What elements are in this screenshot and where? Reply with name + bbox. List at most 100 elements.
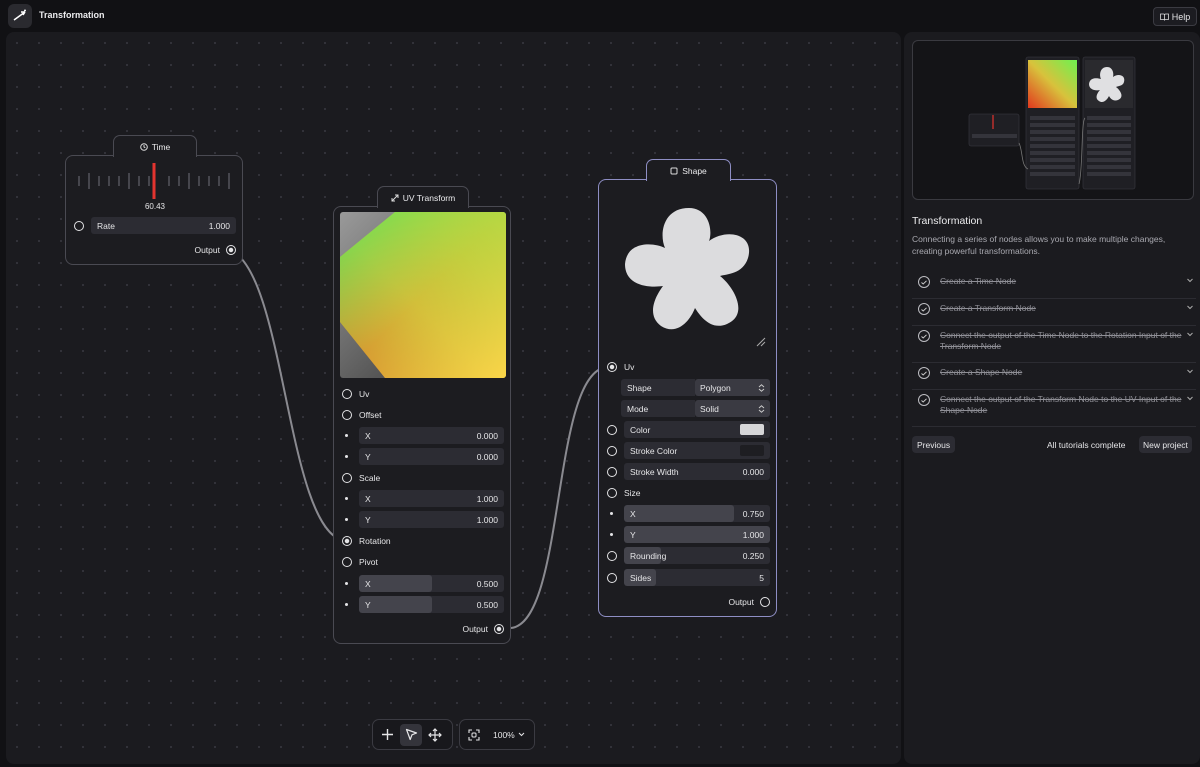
uv-transform-title: UV Transform [402, 192, 456, 203]
offset-x-field[interactable]: X 0.000 [359, 427, 504, 444]
shape-node[interactable]: Shape Uv Shape Polygon Mode Solid Color … [598, 159, 777, 617]
rate-field[interactable]: Rate 1.000 [91, 217, 236, 234]
shape-preview [605, 186, 771, 352]
shape-output-label: Output [728, 597, 754, 607]
mode-select[interactable]: Solid [695, 400, 770, 417]
rotation-label: Rotation [359, 535, 391, 546]
stroke-width-input-port[interactable] [607, 466, 617, 477]
color-field[interactable]: Color [624, 421, 770, 438]
pivot-label: Pivot [359, 556, 378, 567]
scale-label: Scale [359, 472, 381, 483]
sides-input-port[interactable] [607, 572, 617, 583]
rounding-input-port[interactable] [607, 550, 617, 561]
shape-uv-input-port[interactable] [607, 361, 617, 372]
shape-title: Shape [682, 165, 707, 176]
time-node[interactable]: Time 60.43 Rate 1.000 Output [65, 135, 243, 265]
stroke-width-field[interactable]: Stroke Width 0.000 [624, 463, 770, 480]
uv-output-port[interactable] [494, 624, 504, 634]
stroke-color-label: Stroke Color [630, 445, 678, 456]
tutorial-step[interactable]: Create a Shape Node [912, 367, 1196, 390]
time-ruler[interactable] [76, 161, 236, 201]
scale-y-value: 1.000 [476, 514, 498, 525]
pivot-x-label: X [365, 578, 371, 589]
offset-y-value: 0.000 [476, 451, 498, 462]
focus-icon [468, 728, 480, 741]
stroke-color-field[interactable]: Stroke Color [624, 442, 770, 459]
shape-output-port[interactable] [760, 597, 770, 607]
rounding-field[interactable]: Rounding 0.250 [624, 547, 770, 564]
time-node-title: Time [151, 141, 171, 152]
scale-x-label: X [365, 493, 371, 504]
tutorial-step[interactable]: Create a Time Node [912, 276, 1196, 299]
chevron-down-icon[interactable] [1184, 278, 1196, 283]
time-output-port[interactable] [226, 245, 236, 255]
color-swatch[interactable] [740, 424, 764, 435]
shape-select[interactable]: Polygon [695, 379, 770, 396]
uv-transform-node-tab[interactable]: UV Transform [377, 186, 469, 210]
app-logo-icon[interactable] [8, 4, 32, 28]
tutorial-status: All tutorials complete [1047, 440, 1126, 450]
size-x-fill [624, 505, 734, 522]
uv-input-port[interactable] [342, 388, 352, 399]
square-icon [670, 167, 678, 174]
offset-input-port[interactable] [342, 409, 352, 420]
pivot-y-label: Y [365, 599, 371, 610]
color-label: Color [630, 424, 651, 435]
size-x-field[interactable]: X 0.750 [624, 505, 770, 522]
pivot-y-field[interactable]: Y 0.500 [359, 596, 504, 613]
tutorial-step-label: Create a Time Node [940, 276, 1017, 286]
sides-field[interactable]: Sides 5 [624, 569, 770, 586]
book-icon [1159, 13, 1169, 21]
tutorial-step[interactable]: Connect the output of the Time Node to t… [912, 330, 1196, 363]
select-tool-button[interactable] [400, 723, 422, 746]
shape-node-tab[interactable]: Shape [646, 159, 731, 183]
help-button[interactable]: Help [1153, 7, 1197, 26]
transform-icon [391, 194, 399, 201]
size-label: Size [624, 487, 641, 498]
zoom-level: 100% [493, 729, 515, 740]
chevron-down-icon[interactable] [1184, 305, 1196, 310]
chevron-down-icon[interactable] [1184, 396, 1196, 401]
size-x-label: X [630, 508, 636, 519]
rounding-value: 0.250 [742, 550, 764, 561]
tutorial-step-label: Connect the output of the Transform Node… [940, 394, 1182, 415]
rate-label: Rate [97, 220, 115, 231]
previous-button[interactable]: Previous [912, 436, 956, 453]
scale-y-field[interactable]: Y 1.000 [359, 511, 504, 528]
offset-x-value: 0.000 [476, 430, 498, 441]
node-canvas[interactable]: Time 60.43 Rate 1.000 Output UV Transfor… [6, 32, 901, 764]
time-node-tab[interactable]: Time [113, 135, 197, 159]
size-input-port[interactable] [607, 487, 617, 498]
rate-input-port[interactable] [74, 220, 84, 231]
size-x-value: 0.750 [742, 508, 764, 519]
mode-select-label: Mode [621, 400, 695, 417]
size-y-label: Y [630, 529, 636, 540]
pivot-x-field[interactable]: X 0.500 [359, 575, 504, 592]
chevron-down-icon[interactable] [1184, 369, 1196, 374]
color-input-port[interactable] [607, 424, 617, 435]
check-circle-icon [918, 303, 930, 315]
chevron-down-icon[interactable] [1184, 332, 1196, 337]
tutorial-description: Connecting a series of nodes allows you … [912, 234, 1166, 256]
stroke-color-swatch[interactable] [740, 445, 764, 456]
stroke-color-input-port[interactable] [607, 445, 617, 456]
offset-y-label: Y [365, 451, 371, 462]
tutorial-step-label: Connect the output of the Time Node to t… [940, 330, 1182, 351]
new-project-button[interactable]: New project [1139, 436, 1192, 453]
fit-view-button[interactable] [463, 724, 485, 746]
rounding-label: Rounding [630, 550, 667, 561]
rotation-input-port[interactable] [342, 535, 352, 546]
offset-y-field[interactable]: Y 0.000 [359, 448, 504, 465]
tutorial-step[interactable]: Connect the output of the Transform Node… [912, 394, 1196, 427]
offset-label: Offset [359, 409, 382, 420]
zoom-dropdown[interactable]: 100% [487, 730, 525, 740]
uv-transform-node[interactable]: UV Transform Uv Offset X 0.000 Y 0.000 S… [333, 186, 511, 644]
uv-output-label: Output [462, 624, 488, 634]
pivot-input-port[interactable] [342, 556, 352, 567]
pan-tool-button[interactable] [424, 724, 446, 746]
scale-input-port[interactable] [342, 472, 352, 483]
tutorial-step[interactable]: Create a Transform Node [912, 303, 1196, 326]
add-node-button[interactable] [376, 724, 398, 746]
size-y-field[interactable]: Y 1.000 [624, 526, 770, 543]
scale-x-field[interactable]: X 1.000 [359, 490, 504, 507]
